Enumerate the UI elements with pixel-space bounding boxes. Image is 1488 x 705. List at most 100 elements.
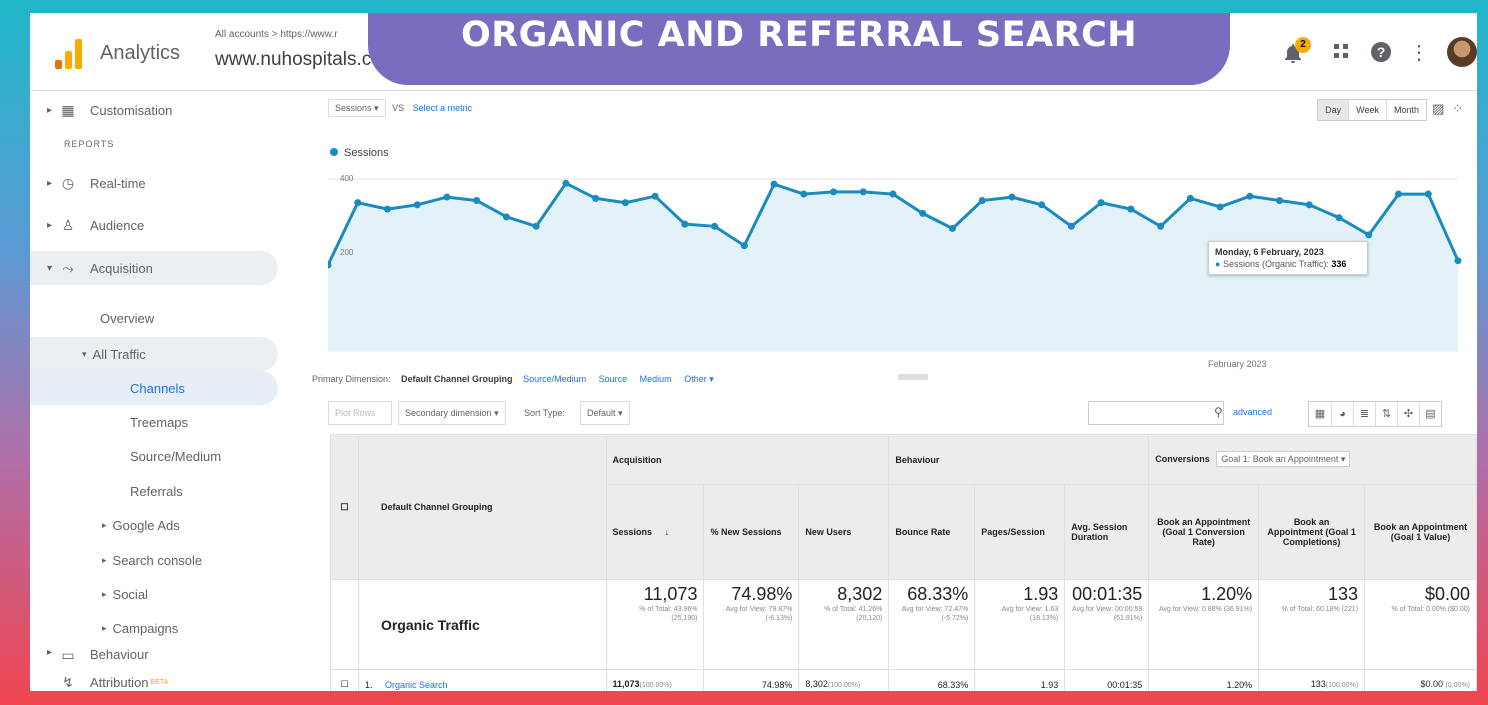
period-month-button[interactable]: Month	[1385, 100, 1426, 120]
row-link-organic-search[interactable]: Organic Search	[385, 680, 448, 690]
pie-view-icon[interactable]: ◕	[1331, 402, 1353, 426]
col-bounce-rate[interactable]: Bounce Rate	[888, 484, 976, 580]
data-point[interactable]	[948, 224, 956, 232]
avatar[interactable]	[1447, 37, 1477, 67]
data-point[interactable]	[1186, 194, 1194, 202]
data-point[interactable]	[711, 222, 719, 230]
pivot-view-icon[interactable]: ▤	[1419, 402, 1441, 426]
col-sessions[interactable]: Sessions ↓	[605, 484, 705, 580]
data-point[interactable]	[354, 199, 362, 207]
period-day-button[interactable]: Day	[1318, 100, 1349, 120]
performance-view-icon[interactable]: ≣	[1353, 402, 1375, 426]
sidebar-item-social[interactable]: ▸ Social	[30, 577, 278, 611]
plot-rows-button[interactable]: Plot Rows	[328, 401, 392, 425]
data-point[interactable]	[740, 242, 748, 250]
row-checkbox[interactable]: ☐	[330, 669, 359, 691]
data-point[interactable]	[1157, 222, 1165, 230]
sidebar-item-campaigns[interactable]: ▸ Campaigns	[30, 611, 278, 645]
data-point[interactable]	[1365, 231, 1373, 239]
data-point[interactable]	[383, 205, 391, 213]
data-point[interactable]	[1246, 192, 1254, 200]
advanced-filter-link[interactable]: advanced	[1233, 407, 1272, 417]
dimension-other[interactable]: Other ▾	[684, 374, 714, 384]
sidebar-item-overview[interactable]: Overview	[30, 301, 278, 335]
data-point[interactable]	[651, 192, 659, 200]
col-new-sessions[interactable]: % New Sessions	[703, 484, 800, 580]
data-point[interactable]	[532, 222, 540, 230]
chart-scroll-handle[interactable]	[898, 374, 928, 380]
sidebar-item-source-medium[interactable]: Source/Medium	[30, 439, 278, 473]
period-week-button[interactable]: Week	[1348, 100, 1386, 120]
sidebar-item-attribution[interactable]: ↯ Attribution BETA	[30, 665, 278, 691]
col-pages-session[interactable]: Pages/Session	[974, 484, 1066, 580]
data-point[interactable]	[800, 190, 808, 198]
data-point[interactable]	[681, 220, 689, 228]
col-goal-conv-rate[interactable]: Book an Appointment (Goal 1 Conversion R…	[1148, 484, 1260, 580]
data-point[interactable]	[1097, 199, 1105, 207]
data-point[interactable]	[413, 201, 421, 209]
comparison-view-icon[interactable]: ⇅	[1375, 402, 1397, 426]
sidebar-item-acquisition[interactable]: ▾ ⤳ Acquisition	[30, 251, 278, 285]
dimension-source[interactable]: Source	[599, 374, 628, 384]
data-point[interactable]	[621, 199, 629, 207]
bell-icon[interactable]: 2	[1281, 37, 1311, 65]
sidebar-item-treemaps[interactable]: Treemaps	[30, 405, 278, 439]
line-chart-icon[interactable]: ▨	[1432, 101, 1444, 116]
dimension-medium[interactable]: Medium	[640, 374, 672, 384]
data-point[interactable]	[1454, 257, 1462, 265]
sidebar-item-channels[interactable]: Channels	[30, 371, 278, 405]
data-point[interactable]	[919, 209, 927, 217]
data-point[interactable]	[1305, 201, 1313, 209]
data-point[interactable]	[889, 190, 897, 198]
sidebar-item-customisation[interactable]: ▸ ▦ Customisation	[30, 93, 278, 127]
col-goal-completions[interactable]: Book an Appointment (Goal 1 Completions)	[1258, 484, 1366, 580]
data-point[interactable]	[1276, 197, 1284, 204]
property-selector[interactable]: www.nuhospitals.c	[215, 49, 371, 71]
sidebar-item-realtime[interactable]: ▸ ◷ Real-time	[30, 166, 278, 200]
help-icon[interactable]: ?	[1369, 41, 1393, 65]
table-view-icon[interactable]: ▦	[1309, 402, 1331, 426]
data-point[interactable]	[1424, 190, 1432, 198]
col-avg-duration[interactable]: Avg. Session Duration	[1064, 484, 1150, 580]
breadcrumb[interactable]: All accounts > https://www.r	[215, 29, 338, 40]
select-all-checkbox[interactable]: ☐	[330, 434, 359, 580]
dimension-header[interactable]: Default Channel Grouping	[357, 434, 607, 580]
data-point[interactable]	[1335, 214, 1343, 222]
metric-dropdown[interactable]: Sessions ▾	[328, 99, 386, 117]
data-point[interactable]	[473, 197, 481, 204]
data-point[interactable]	[859, 188, 867, 196]
secondary-dimension-dropdown[interactable]: Secondary dimension ▾	[398, 401, 506, 425]
more-vert-icon[interactable]: ⋮	[1407, 41, 1431, 65]
sidebar-item-behaviour[interactable]: ▸ ▭ Behaviour	[30, 647, 278, 663]
sidebar-item-google-ads[interactable]: ▸ Google Ads	[30, 508, 278, 542]
data-point[interactable]	[562, 179, 570, 187]
motion-chart-icon[interactable]: ⁘	[1452, 101, 1463, 116]
sidebar-item-search-console[interactable]: ▸ Search console	[30, 543, 278, 577]
data-point[interactable]	[502, 213, 510, 221]
search-icon[interactable]: ⚲	[1214, 405, 1223, 419]
data-point[interactable]	[592, 194, 600, 202]
sidebar-item-audience[interactable]: ▸ ♙ Audience	[30, 208, 278, 242]
data-point[interactable]	[1008, 193, 1016, 201]
sidebar-item-all-traffic[interactable]: ▾ All Traffic	[30, 337, 278, 371]
apps-grid-icon[interactable]	[1329, 41, 1353, 65]
select-metric-link[interactable]: Select a metric	[413, 103, 473, 113]
table-search-input[interactable]	[1088, 401, 1224, 425]
sidebar-item-referrals[interactable]: Referrals	[30, 474, 278, 508]
data-point[interactable]	[978, 197, 986, 204]
analytics-logo[interactable]	[55, 39, 83, 69]
data-point[interactable]	[443, 193, 451, 201]
data-point[interactable]	[1038, 201, 1046, 209]
sort-type-dropdown[interactable]: Default ▾	[580, 401, 630, 425]
term-cloud-icon[interactable]: ✣	[1397, 402, 1419, 426]
data-point[interactable]	[830, 188, 838, 196]
data-point[interactable]	[1395, 190, 1403, 198]
table-row[interactable]: ☐ 1. Organic Search 11,073(100.00%) 74.9…	[330, 669, 1477, 691]
dimension-source-medium[interactable]: Source/Medium	[523, 374, 586, 384]
data-point[interactable]	[1127, 205, 1135, 213]
goal-dropdown[interactable]: Goal 1: Book an Appointment ▾	[1216, 451, 1351, 467]
col-goal-value[interactable]: Book an Appointment (Goal 1 Value)	[1364, 484, 1477, 580]
data-point[interactable]	[1067, 222, 1075, 230]
col-new-users[interactable]: New Users	[798, 484, 890, 580]
data-point[interactable]	[770, 180, 778, 188]
